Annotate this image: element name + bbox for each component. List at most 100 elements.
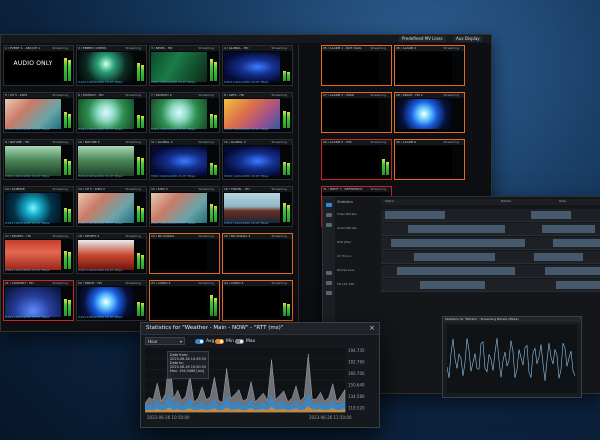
multiviewer-tile[interactable]: 6 / FANTASY - HD Streaming H264 1920x1080 …: [76, 92, 147, 133]
multiviewer-tile[interactable]: 26 / ALARM 2 Streaming: [394, 45, 465, 86]
tile-header: 23 / AUDIO 3 Streaming: [150, 281, 219, 286]
multiviewer-tile[interactable]: 2 / EMBED (VIDEO) Streaming H264 1920x1080…: [76, 45, 147, 86]
monitor-icon[interactable]: [326, 203, 332, 207]
tile-name: 26 / ALARM 2: [396, 46, 417, 50]
graph-row[interactable]: Audio Bitrate: [337, 223, 600, 236]
tile-name: 22 / SPACE - HD: [78, 281, 102, 285]
close-icon[interactable]: ×: [369, 323, 375, 334]
grid-divider: [298, 45, 299, 325]
alarm-icon[interactable]: [326, 281, 332, 285]
meter-bar: [214, 206, 217, 222]
min-switch[interactable]: [215, 338, 224, 344]
tile-name: 10 / NATURE 2: [78, 140, 100, 144]
meter-bar: [283, 162, 286, 175]
multiviewer-tile[interactable]: 15 / KIDS 3 Streaming H264 1920x1080 29.97…: [149, 186, 220, 227]
graph-row-label: Video Bitrate: [337, 212, 357, 216]
tile-name: 23 / AUDIO 3: [151, 281, 171, 285]
audio-meter: [64, 149, 71, 175]
meter-bar: [64, 57, 67, 81]
multiviewer-tile[interactable]: 24 / AUDIO 4 Streaming: [222, 280, 293, 321]
y-tick-label: 150.640: [348, 383, 365, 388]
multiviewer-tile[interactable]: 3 / NEWS - HD Streaming H264 1920x1080 29.…: [149, 45, 220, 86]
graph-band: [408, 225, 505, 233]
multiviewer-tile[interactable]: 27 / ALARM 3 - MIXD Streaming: [321, 92, 392, 133]
tile-name: 19 / NO SIGNAL: [151, 234, 175, 238]
video-thumbnail: [78, 52, 134, 82]
avg-label: Avg: [206, 338, 215, 344]
toggle-avg[interactable]: Avg: [195, 338, 214, 344]
multiviewer-tile[interactable]: 25 / ALARM 1 - NOT AVAIL Streaming: [321, 45, 392, 86]
meter-bar: [141, 303, 144, 316]
audio-meter: [137, 243, 144, 269]
export-icon[interactable]: [326, 291, 332, 295]
multiviewer-tile[interactable]: 4 / GLOBAL - HD Streaming H264 1920x1080 2…: [222, 45, 293, 86]
y-tick-label: 118.520: [348, 406, 365, 411]
max-switch[interactable]: [235, 338, 244, 344]
range-select-value: Hour: [148, 339, 158, 344]
multiviewer-tile[interactable]: 19 / NO SIGNAL Streaming: [149, 233, 220, 274]
y-tick-label: 182.760: [348, 360, 365, 365]
multiviewer-tile[interactable]: 13 / SCIENCE Streaming H264 1920x1080 29.9…: [3, 186, 74, 227]
multiviewer-tile[interactable]: 16 / TRAVEL - HD Streaming H264 1920x1080 …: [222, 186, 293, 227]
graph-row[interactable]: Video Bitrate: [337, 209, 600, 222]
multiviewer-tile[interactable]: 12 / GLOBAL 3 Streaming H264 1920x1080 29.…: [222, 139, 293, 180]
multiviewer-tile[interactable]: 28 / SPACE - HD 2 Streaming: [394, 92, 465, 133]
tile-status: Streaming: [271, 281, 288, 285]
video-thumbnail: [151, 146, 207, 176]
settings-icon[interactable]: [326, 271, 332, 275]
list-icon[interactable]: [326, 213, 332, 217]
avg-switch[interactable]: [195, 338, 204, 344]
multiviewer-tile[interactable]: 20 / NO SIGNAL 2 Streaming: [222, 233, 293, 274]
x-axis-start: 2023-06-26 10:50:00: [147, 415, 190, 420]
tile-codec-info: H264 1920x1080 29.97 Mbps: [78, 268, 123, 272]
multiviewer-tile[interactable]: 17 / SPORTS - HD Streaming H264 1920x1080 …: [3, 233, 74, 274]
tile-name: 31 / INPUT 7 - REFERENCE: [323, 187, 363, 191]
predefined-lines-button[interactable]: Predefined MV Lines: [399, 36, 446, 42]
tile-name: 13 / SCIENCE: [5, 187, 25, 191]
graph-row[interactable]: CC Errors: [337, 251, 600, 264]
range-select[interactable]: Hour ▾: [145, 337, 185, 345]
tile-codec-info: H264 1920x1080 29.97 Mbps: [78, 221, 123, 225]
tile-status: Streaming: [271, 140, 288, 144]
multiviewer-tile[interactable]: 5 / CH 5 - KIDS Streaming H264 1920x1080 2…: [3, 92, 74, 133]
multiviewer-tile[interactable]: 21 / CONCERT - HD Streaming H264 1920x1080…: [3, 280, 74, 321]
multiviewer-tile[interactable]: 29 / ALARM 5 - MIX Streaming: [321, 139, 392, 180]
tile-header: 8 / ARTS - HD Streaming: [223, 93, 292, 98]
multiviewer-tile[interactable]: 22 / SPACE - HD Streaming H264 1920x1080 2…: [76, 280, 147, 321]
multiviewer-tile[interactable]: 8 / ARTS - HD Streaming H264 1920x1080 29.…: [222, 92, 293, 133]
column-metric: Metric: [385, 199, 395, 203]
graph-band: [534, 253, 583, 261]
multiviewer-tile[interactable]: 9 / NATURE - HD Streaming H264 1920x1080 2…: [3, 139, 74, 180]
meter-bar: [141, 65, 144, 81]
graph-row[interactable]: Packet Loss: [337, 265, 600, 278]
tile-codec-info: H264 1920x1080 29.97 Mbps: [224, 221, 269, 225]
toggle-min[interactable]: Min: [215, 338, 234, 344]
multiviewer-tile[interactable]: 1 / EVENT 1 - ABC/CH 1 Streaming AUDIO ONL…: [3, 45, 74, 86]
multiviewer-tile[interactable]: 14 / CH 5 - KIDS 2 Streaming H264 1920x108…: [76, 186, 147, 227]
video-thumbnail: [151, 287, 207, 317]
tile-status: Streaming: [271, 46, 288, 50]
audio-meter: [210, 243, 217, 269]
multiviewer-tile[interactable]: 10 / NATURE 2 Streaming H264 1920x1080 29.…: [76, 139, 147, 180]
toggle-max[interactable]: Max: [235, 338, 255, 344]
tile-status: Streaming: [52, 281, 69, 285]
multiviewer-tile[interactable]: 11 / GLOBAL 2 Streaming H264 1920x1080 29.…: [149, 139, 220, 180]
multiviewer-tile[interactable]: 30 / ALARM 6 Streaming: [394, 139, 465, 180]
graph-icon[interactable]: [326, 223, 332, 227]
tile-header: 29 / ALARM 5 - MIX Streaming: [322, 140, 391, 145]
graph-row[interactable]: PCR Jitter: [337, 237, 600, 250]
tile-status: Streaming: [198, 234, 215, 238]
tooltip-max: Max: 194,5466 [ms]: [170, 369, 206, 373]
tile-codec-info: H264 1920x1080 29.97 Mbps: [78, 174, 123, 178]
multiviewer-toolbar: Predefined MV Lines Aux Display: [1, 35, 491, 43]
graph-row[interactable]: TR 101 290: [337, 279, 600, 292]
tile-name: 25 / ALARM 1 - NOT AVAIL: [323, 46, 362, 50]
multiviewer-tile[interactable]: 7 / FANTASY 2 Streaming H264 1920x1080 29.…: [149, 92, 220, 133]
meter-bar: [141, 254, 144, 269]
tile-header: 3 / NEWS - HD Streaming: [150, 46, 219, 51]
mini-statistics-popup: Statistics for "Bitrate" - Streaming Bit…: [442, 316, 582, 398]
multiviewer-tile[interactable]: 18 / SPORTS 2 Streaming H264 1920x1080 29.…: [76, 233, 147, 274]
multiviewer-tile[interactable]: 23 / AUDIO 3 Streaming: [149, 280, 220, 321]
aux-display-button[interactable]: Aux Display: [453, 36, 483, 42]
tile-status: Streaming: [125, 46, 142, 50]
